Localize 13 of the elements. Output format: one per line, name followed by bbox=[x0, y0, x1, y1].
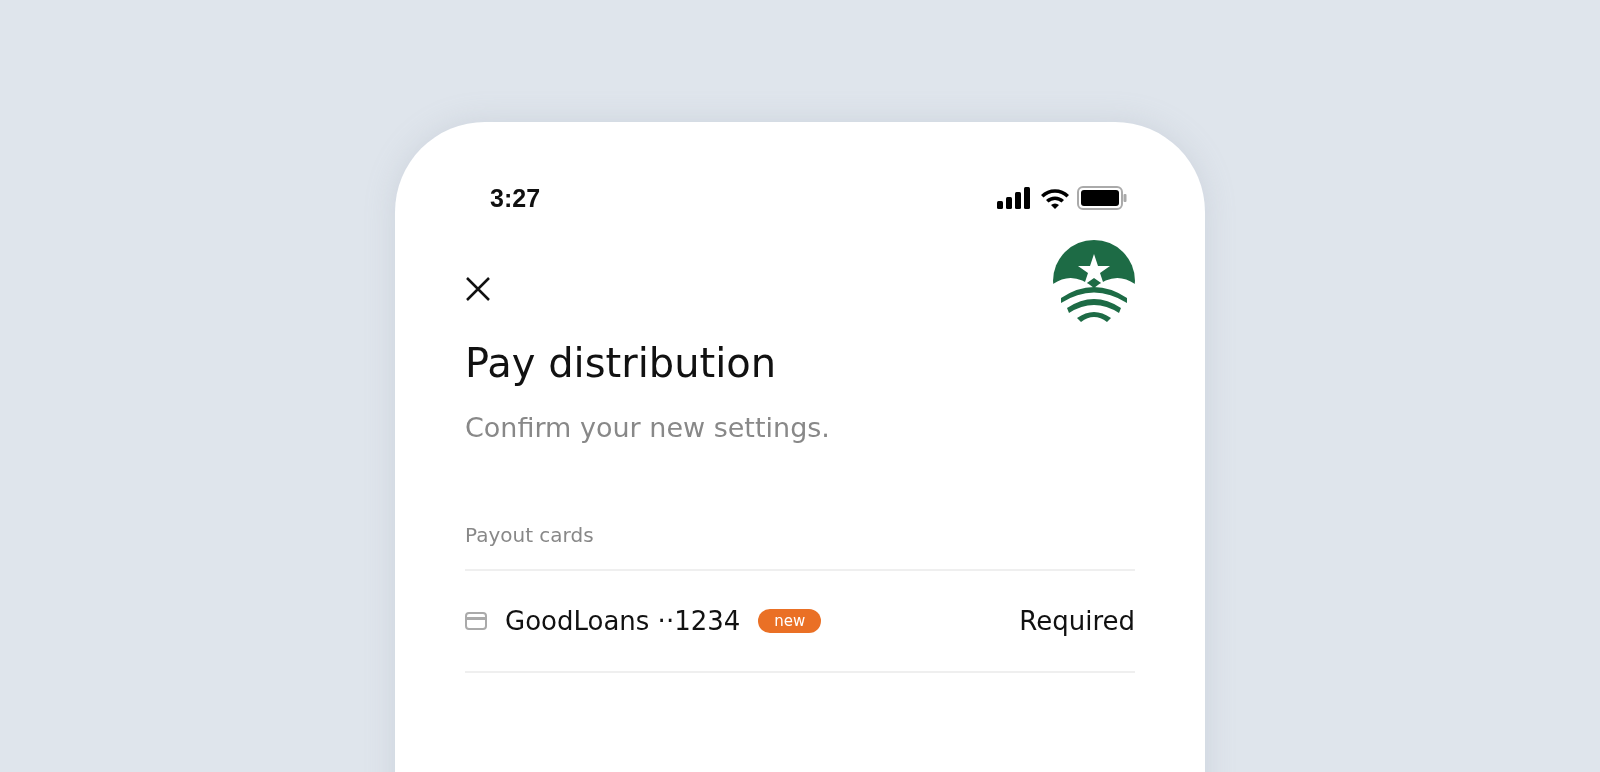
page-title: Pay distribution bbox=[465, 340, 778, 386]
battery-icon bbox=[1077, 186, 1127, 210]
status-time: 3:27 bbox=[490, 183, 541, 213]
section-label: Payout cards bbox=[465, 523, 1135, 571]
card-status: Required bbox=[1019, 606, 1135, 636]
wifi-icon bbox=[1041, 187, 1069, 209]
signal-icon bbox=[997, 187, 1033, 209]
card-name: GoodLoans ··1234 bbox=[505, 606, 741, 636]
new-badge: new bbox=[758, 609, 822, 633]
logo-icon bbox=[1053, 240, 1135, 322]
page-subtitle: Confirm your new settings. bbox=[465, 412, 831, 443]
close-icon[interactable] bbox=[465, 276, 491, 302]
card-icon bbox=[465, 612, 487, 630]
